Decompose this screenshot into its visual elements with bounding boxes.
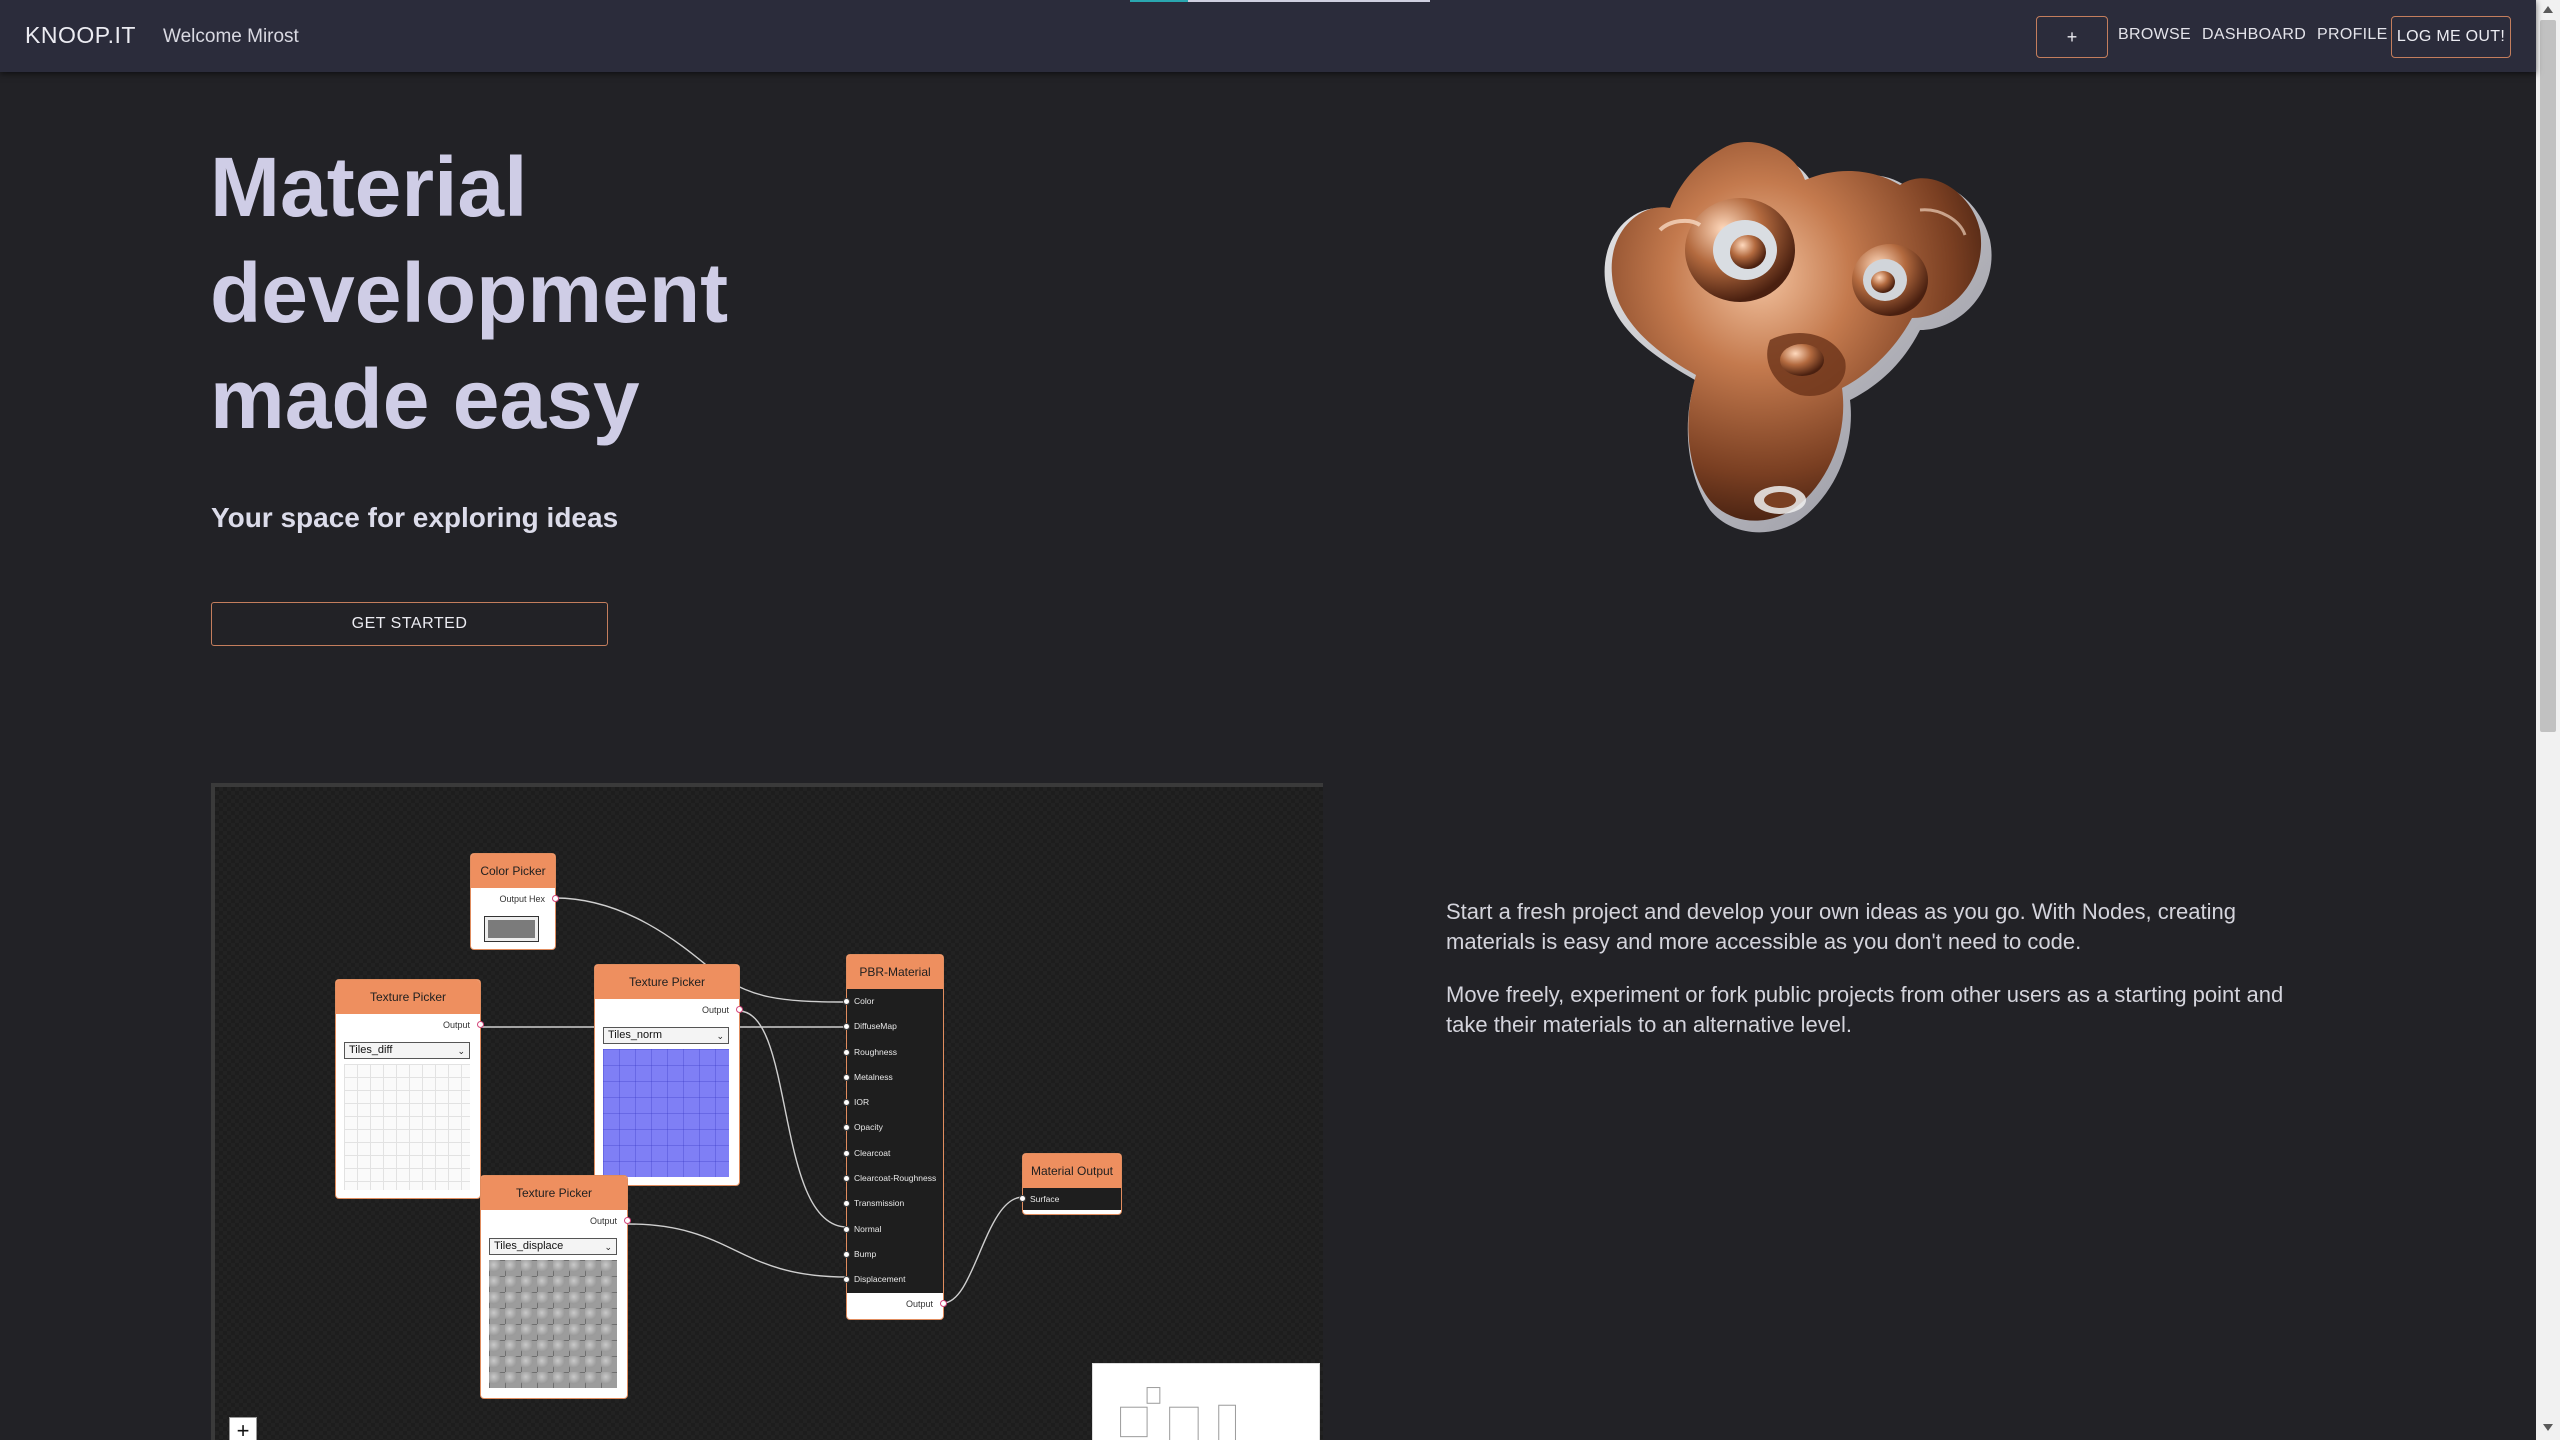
texture-picker-node[interactable]: Texture Picker Output Tiles_displace ⌄ <box>481 1176 631 1398</box>
input-port-icon[interactable] <box>843 1099 850 1107</box>
hero-subtitle: Your space for exploring ideas <box>211 502 619 533</box>
color-picker-node[interactable]: Color Picker Output Hex <box>471 854 559 949</box>
new-project-button[interactable]: + <box>2036 16 2108 58</box>
node-title: Texture Picker <box>595 965 739 999</box>
page-scrollbar[interactable] <box>2536 0 2560 1440</box>
pbr-input-clearcoat-roughness: Clearcoat-Roughness <box>843 1166 943 1191</box>
nav-browse-link[interactable]: BROWSE <box>2118 26 2191 44</box>
texture-select[interactable]: Tiles_displace ⌄ <box>489 1238 617 1255</box>
node-title: Material Output <box>1023 1154 1121 1188</box>
input-port-icon[interactable] <box>843 1023 850 1031</box>
pbr-input-diffusemap: DiffuseMap <box>843 1014 943 1039</box>
node-title: Color Picker <box>471 854 555 888</box>
hero-title: Material development made easy <box>210 134 1010 452</box>
input-port-icon[interactable] <box>1019 1195 1026 1202</box>
pbr-input-opacity: Opacity <box>843 1115 943 1140</box>
input-port-icon[interactable] <box>843 1073 850 1081</box>
chevron-down-icon: ⌄ <box>604 1242 612 1252</box>
color-swatch[interactable] <box>484 916 539 942</box>
hero-title-line: Material <box>210 140 528 234</box>
input-port-icon[interactable] <box>843 1124 850 1132</box>
monkey-3d-preview-image <box>1604 141 1992 533</box>
texture-picker-node[interactable]: Texture Picker Output Tiles_diff ⌄ <box>336 980 484 1198</box>
pbr-input-transmission: Transmission <box>843 1191 943 1216</box>
pbr-input-bump: Bump <box>843 1242 943 1267</box>
welcome-text: Welcome Mirost <box>163 26 299 47</box>
hero-title-line: development <box>210 246 729 340</box>
node-input-surface: Surface <box>1019 1188 1121 1210</box>
get-started-button[interactable]: GET STARTED <box>211 602 608 646</box>
brand-logo[interactable]: KNOOP.IT <box>25 22 136 49</box>
pbr-input-roughness: Roughness <box>843 1040 943 1065</box>
scroll-up-arrow-icon[interactable] <box>2543 6 2553 13</box>
input-port-icon[interactable] <box>843 1250 850 1258</box>
texture-select[interactable]: Tiles_diff ⌄ <box>344 1042 470 1059</box>
zoom-in-button[interactable]: + <box>229 1417 257 1440</box>
scrollbar-thumb[interactable] <box>2540 20 2556 732</box>
output-port-icon[interactable] <box>552 895 559 902</box>
chevron-down-icon: ⌄ <box>716 1031 724 1041</box>
nav-profile-link[interactable]: PROFILE <box>2317 26 2388 44</box>
hero-title-line: made easy <box>210 352 640 446</box>
pbr-input-normal: Normal <box>843 1217 943 1242</box>
texture-thumbnail <box>603 1049 729 1177</box>
material-output-node[interactable]: Material Output Surface <box>1019 1154 1121 1214</box>
output-port-icon[interactable] <box>736 1006 743 1013</box>
node-editor-preview[interactable]: Color Picker Output Hex Texture Picker O… <box>211 783 1323 1440</box>
output-port-icon[interactable] <box>940 1299 947 1307</box>
nav-dashboard-link[interactable]: DASHBOARD <box>2202 26 2306 44</box>
description-paragraph: Start a fresh project and develop your o… <box>1446 899 2236 954</box>
node-output-label: Output <box>336 1014 484 1036</box>
top-navbar: KNOOP.IT Welcome Mirost + BROWSE DASHBOA… <box>0 0 2536 72</box>
node-output-label: Output <box>847 1292 947 1315</box>
editor-minimap[interactable] <box>1092 1363 1320 1440</box>
texture-select[interactable]: Tiles_norm ⌄ <box>603 1027 729 1044</box>
texture-thumbnail <box>489 1260 617 1388</box>
pbr-inputs: Color DiffuseMap Roughness Metalness IOR… <box>843 989 943 1293</box>
pbr-input-clearcoat: Clearcoat <box>843 1141 943 1166</box>
node-title: Texture Picker <box>336 980 480 1014</box>
description-paragraph: Move freely, experiment or fork public p… <box>1446 982 2284 1037</box>
input-port-icon[interactable] <box>843 1048 850 1056</box>
node-title: PBR-Material <box>847 955 943 989</box>
texture-thumbnail <box>344 1064 470 1190</box>
input-port-icon[interactable] <box>843 1225 850 1233</box>
loading-progress-bar <box>1130 0 1430 2</box>
output-port-icon[interactable] <box>624 1217 631 1224</box>
input-port-icon[interactable] <box>843 998 850 1005</box>
node-title: Texture Picker <box>481 1176 627 1210</box>
pbr-input-metalness: Metalness <box>843 1065 943 1090</box>
node-output-label: Output Hex <box>471 888 559 910</box>
chevron-down-icon: ⌄ <box>457 1046 465 1056</box>
output-port-icon[interactable] <box>477 1021 484 1028</box>
logout-button[interactable]: LOG ME OUT! <box>2391 16 2511 58</box>
input-port-icon[interactable] <box>843 1149 850 1157</box>
node-output-label: Output <box>481 1210 631 1232</box>
texture-picker-node[interactable]: Texture Picker Output Tiles_norm ⌄ <box>595 965 743 1185</box>
node-output-label: Output <box>595 999 743 1021</box>
pbr-input-ior: IOR <box>843 1090 943 1115</box>
pbr-material-node[interactable]: PBR-Material Color DiffuseMap Roughness … <box>843 955 947 1319</box>
input-port-icon[interactable] <box>843 1276 850 1284</box>
input-port-icon[interactable] <box>843 1175 850 1183</box>
input-port-icon[interactable] <box>843 1200 850 1208</box>
scroll-down-arrow-icon[interactable] <box>2543 1424 2553 1431</box>
pbr-input-displacement: Displacement <box>843 1267 943 1292</box>
pbr-input-color: Color <box>843 989 943 1014</box>
